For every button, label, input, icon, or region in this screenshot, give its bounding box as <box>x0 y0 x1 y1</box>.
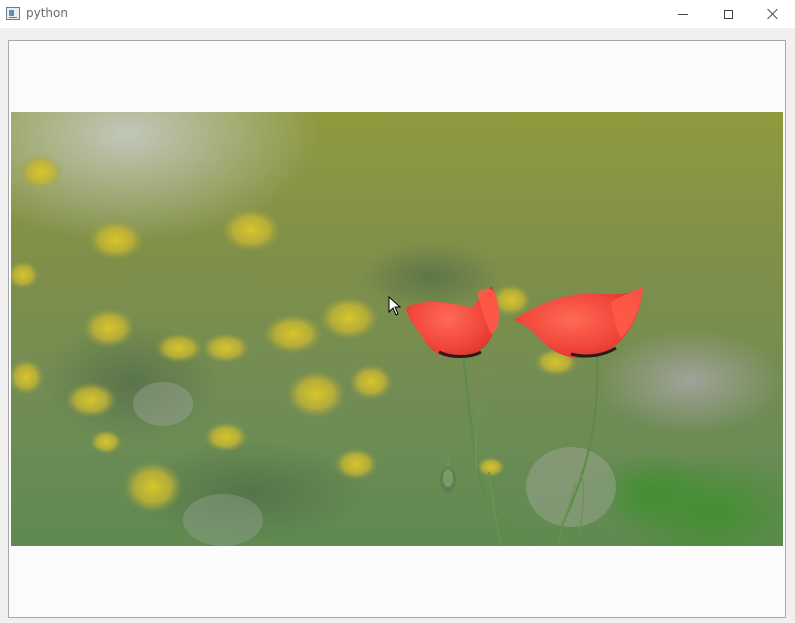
application-window: python <box>0 0 795 623</box>
close-icon <box>767 8 779 20</box>
minimize-button[interactable] <box>660 0 706 28</box>
app-icon[interactable] <box>6 7 20 20</box>
title-bar[interactable]: python <box>0 0 795 28</box>
poppy-photo <box>11 112 783 546</box>
maximize-icon <box>723 9 733 19</box>
window-title: python <box>26 6 68 20</box>
maximize-button[interactable] <box>705 0 751 28</box>
close-button[interactable] <box>750 0 795 28</box>
minimize-icon <box>678 13 688 15</box>
mouse-cursor-icon <box>388 296 402 316</box>
